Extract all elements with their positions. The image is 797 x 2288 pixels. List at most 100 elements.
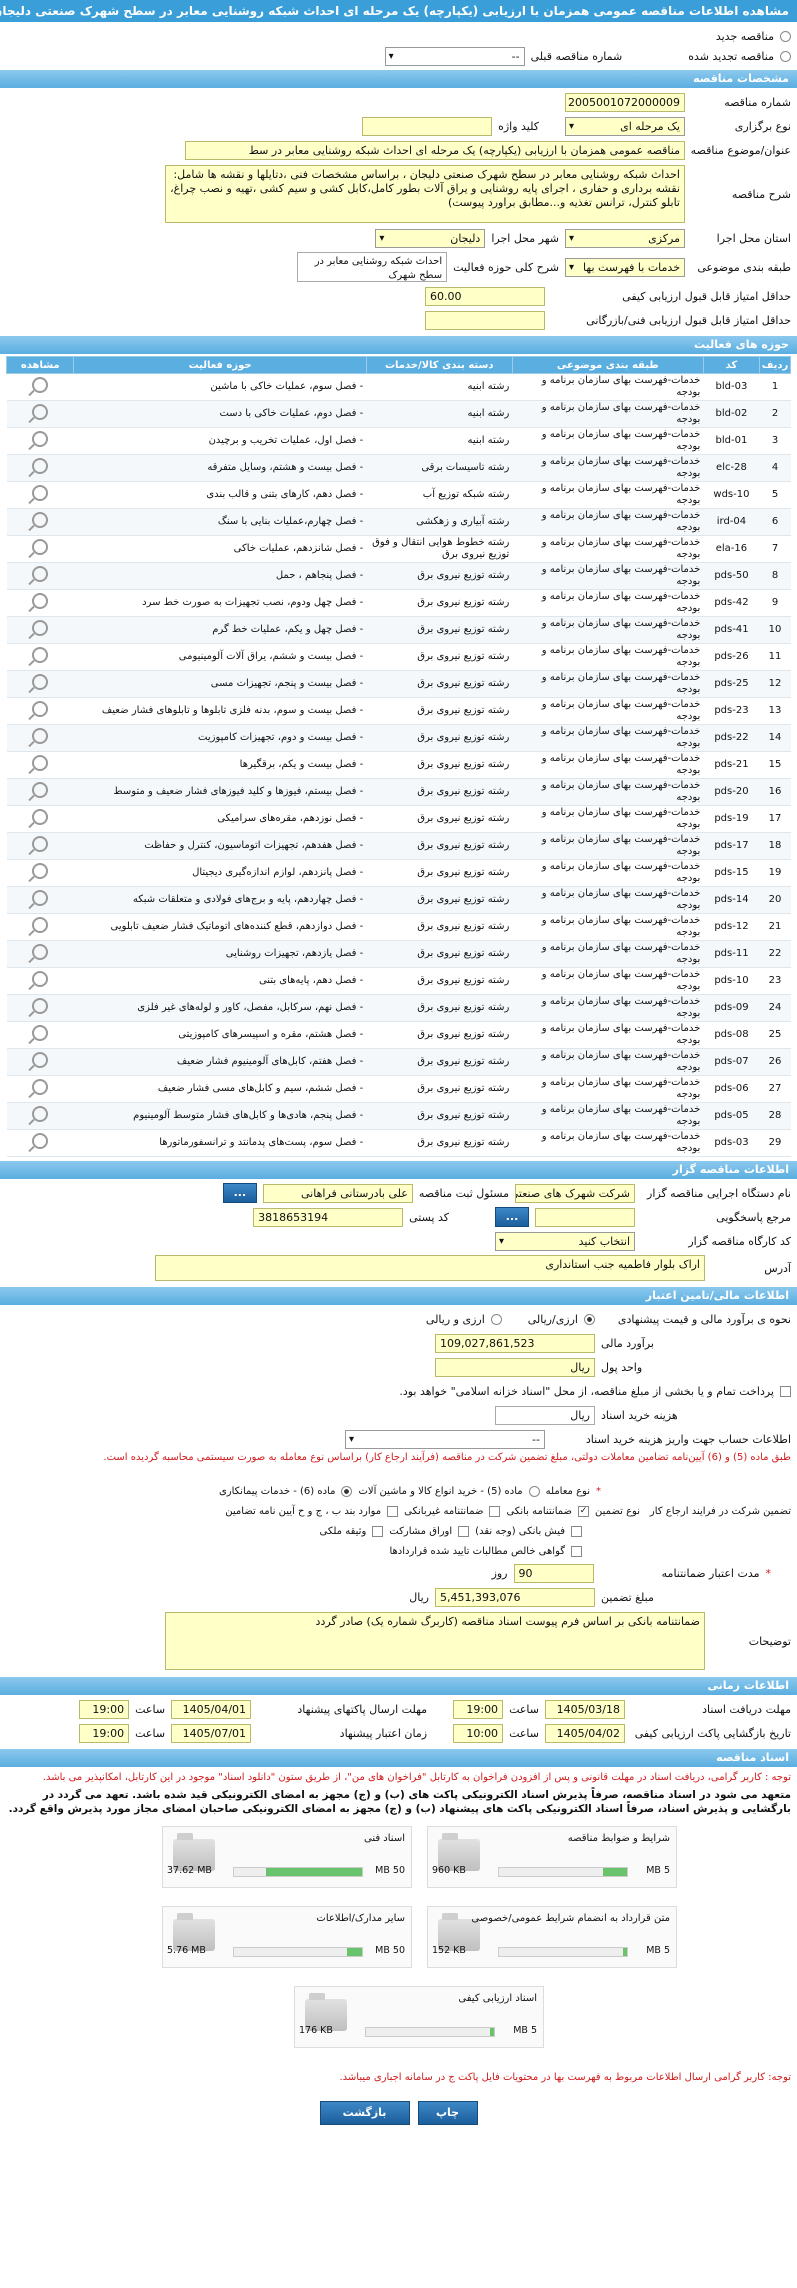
table-cell: رشته توزیع نیروی برق bbox=[366, 859, 513, 887]
magnifier-icon[interactable] bbox=[32, 1025, 49, 1041]
view-cell[interactable] bbox=[6, 400, 74, 428]
g1-checkbox[interactable]: ✓ bbox=[578, 1505, 590, 1517]
view-cell[interactable] bbox=[6, 508, 74, 536]
prev-tender-select[interactable]: -- bbox=[384, 46, 525, 66]
g7-checkbox[interactable] bbox=[571, 1545, 582, 1557]
magnifier-icon[interactable] bbox=[32, 485, 49, 501]
view-cell[interactable] bbox=[6, 778, 74, 806]
view-cell[interactable] bbox=[6, 1129, 74, 1157]
table-row: 16 pds-20 خدمات-فهرست بهای سازمان برنامه و… bbox=[6, 778, 791, 806]
view-cell[interactable] bbox=[6, 751, 74, 779]
magnifier-icon[interactable] bbox=[32, 863, 49, 879]
g4-checkbox[interactable] bbox=[571, 1525, 582, 1537]
table-row: 9 pds-42 خدمات-فهرست بهای سازمان برنامه و … bbox=[6, 589, 791, 617]
magnifier-icon[interactable] bbox=[32, 701, 49, 717]
magnifier-icon[interactable] bbox=[32, 1079, 49, 1095]
g2-checkbox[interactable] bbox=[489, 1505, 501, 1517]
view-cell[interactable] bbox=[6, 1075, 74, 1103]
g5-checkbox[interactable] bbox=[458, 1525, 470, 1537]
magnifier-icon[interactable] bbox=[32, 971, 49, 987]
magnifier-icon[interactable] bbox=[32, 998, 49, 1014]
magnifier-icon[interactable] bbox=[32, 539, 49, 555]
category-select[interactable]: خدمات با فهرست بها bbox=[565, 257, 685, 277]
table-cell: خدمات-فهرست بهای سازمان برنامه و بودجه bbox=[512, 886, 704, 914]
type-select[interactable]: یک مرحله ای bbox=[565, 116, 685, 136]
view-cell[interactable] bbox=[6, 724, 74, 752]
renewed-tender-radio[interactable] bbox=[780, 50, 791, 62]
view-cell[interactable] bbox=[6, 616, 74, 644]
magnifier-icon[interactable] bbox=[32, 377, 49, 393]
table-cell: - فصل بیست و پنجم، تجهیزات مسی bbox=[73, 670, 367, 698]
magnifier-icon[interactable] bbox=[32, 593, 49, 609]
magnifier-icon[interactable] bbox=[32, 890, 49, 906]
view-cell[interactable] bbox=[6, 535, 74, 563]
rial-radio[interactable] bbox=[584, 1313, 595, 1325]
view-cell[interactable] bbox=[6, 1102, 74, 1130]
workshop-select[interactable]: انتخاب کنید bbox=[495, 1231, 635, 1251]
deal-opt1-radio[interactable] bbox=[528, 1485, 540, 1497]
resp-more-button[interactable]: ... bbox=[222, 1183, 257, 1203]
g6-checkbox[interactable] bbox=[372, 1525, 384, 1537]
keyword-field[interactable] bbox=[362, 116, 493, 136]
magnifier-icon[interactable] bbox=[32, 728, 49, 744]
back-button[interactable]: بازگشت bbox=[319, 2101, 410, 2125]
magnifier-icon[interactable] bbox=[32, 431, 49, 447]
view-cell[interactable] bbox=[6, 832, 74, 860]
magnifier-icon[interactable] bbox=[32, 782, 49, 798]
table-cell: خدمات-فهرست بهای سازمان برنامه و بودجه bbox=[512, 589, 704, 617]
deal-opt2-radio[interactable] bbox=[341, 1485, 353, 1497]
file-box[interactable]: متن قرارداد به انضمام شرایط عمومی/خصوصی 5… bbox=[427, 1906, 677, 1968]
province-select[interactable]: مرکزی bbox=[565, 228, 685, 248]
view-cell[interactable] bbox=[6, 697, 74, 725]
view-cell[interactable] bbox=[6, 967, 74, 995]
view-cell[interactable] bbox=[6, 1048, 74, 1076]
treasury-checkbox[interactable] bbox=[780, 1385, 791, 1397]
scope-list[interactable]: احداث شبکه روشنایی معابر در سطح شهرک bbox=[297, 252, 448, 282]
table-cell: ela-16 bbox=[703, 535, 760, 563]
file-box[interactable]: سایر مدارک/اطلاعات 50 MB 5.76 MB bbox=[162, 1906, 412, 1968]
magnifier-icon[interactable] bbox=[32, 755, 49, 771]
view-cell[interactable] bbox=[6, 643, 74, 671]
fx-radio[interactable] bbox=[490, 1313, 502, 1325]
magnifier-icon[interactable] bbox=[32, 674, 49, 690]
magnifier-icon[interactable] bbox=[32, 1106, 49, 1122]
magnifier-icon[interactable] bbox=[32, 620, 49, 636]
view-cell[interactable] bbox=[6, 373, 74, 401]
view-cell[interactable] bbox=[6, 454, 74, 482]
fx-label: ارزی و ریالی bbox=[425, 1312, 485, 1326]
magnifier-icon[interactable] bbox=[32, 566, 49, 582]
print-button[interactable]: چاپ bbox=[417, 2101, 478, 2125]
g3-checkbox[interactable] bbox=[387, 1505, 399, 1517]
ref-go-button[interactable]: ... bbox=[495, 1207, 529, 1227]
tender-number-field: 2005001072000009 bbox=[565, 92, 685, 112]
magnifier-icon[interactable] bbox=[32, 647, 49, 663]
view-cell[interactable] bbox=[6, 1021, 74, 1049]
table-cell: خدمات-فهرست بهای سازمان برنامه و بودجه bbox=[512, 778, 704, 806]
view-cell[interactable] bbox=[6, 859, 74, 887]
view-cell[interactable] bbox=[6, 913, 74, 941]
new-tender-radio[interactable] bbox=[780, 30, 791, 42]
magnifier-icon[interactable] bbox=[32, 809, 49, 825]
file-box[interactable]: اسناد فنی 50 MB 37.62 MB bbox=[162, 1826, 412, 1888]
view-cell[interactable] bbox=[6, 886, 74, 914]
view-cell[interactable] bbox=[6, 562, 74, 590]
magnifier-icon[interactable] bbox=[32, 512, 49, 528]
view-cell[interactable] bbox=[6, 805, 74, 833]
magnifier-icon[interactable] bbox=[32, 1052, 49, 1068]
city-select[interactable]: دلیجان bbox=[375, 228, 486, 248]
magnifier-icon[interactable] bbox=[32, 944, 49, 960]
magnifier-icon[interactable] bbox=[32, 917, 49, 933]
view-cell[interactable] bbox=[6, 994, 74, 1022]
view-cell[interactable] bbox=[6, 589, 74, 617]
view-cell[interactable] bbox=[6, 481, 74, 509]
magnifier-icon[interactable] bbox=[32, 404, 49, 420]
file-box[interactable]: اسناد ارزیابی کیفی 5 MB 176 KB bbox=[294, 1986, 544, 2048]
view-cell[interactable] bbox=[6, 427, 74, 455]
view-cell[interactable] bbox=[6, 670, 74, 698]
file-box[interactable]: شرایط و ضوابط مناقصه 5 MB 960 KB bbox=[427, 1826, 677, 1888]
magnifier-icon[interactable] bbox=[32, 458, 49, 474]
magnifier-icon[interactable] bbox=[32, 1133, 49, 1149]
view-cell[interactable] bbox=[6, 940, 74, 968]
magnifier-icon[interactable] bbox=[32, 836, 49, 852]
account-select[interactable]: -- bbox=[345, 1429, 545, 1449]
